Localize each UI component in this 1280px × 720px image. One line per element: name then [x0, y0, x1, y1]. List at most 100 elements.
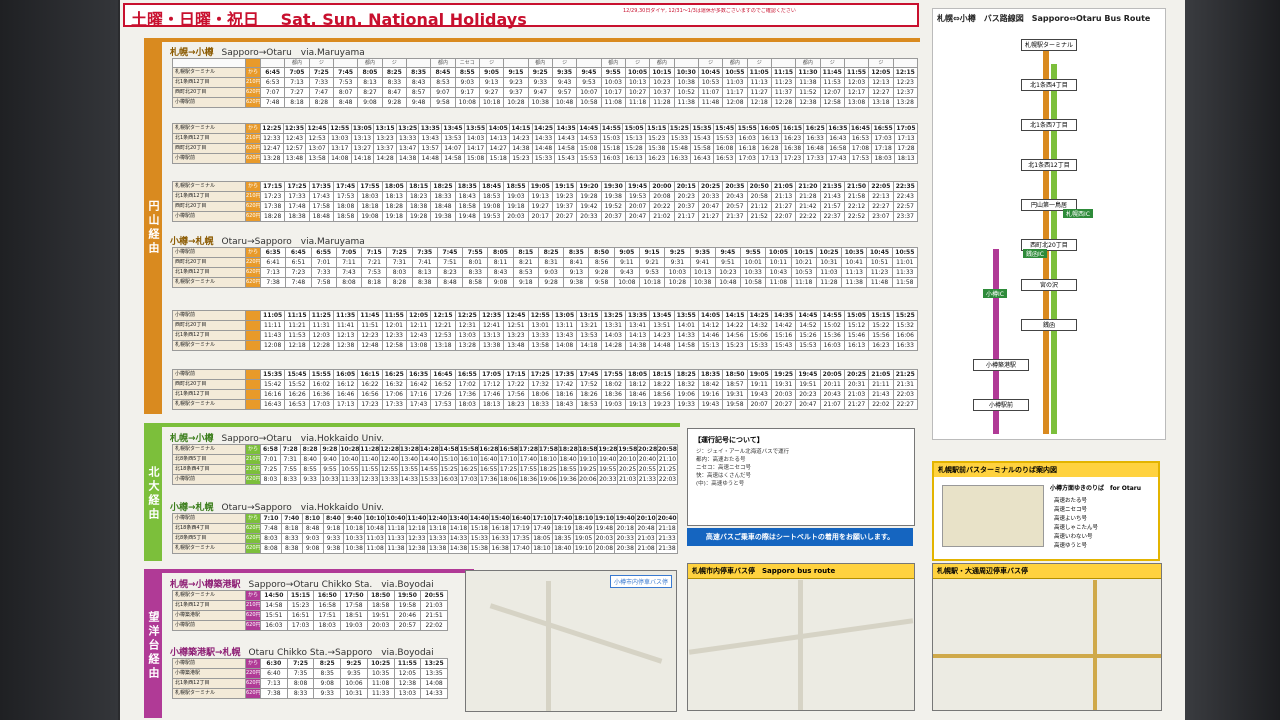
departure-time: 16:10: [458, 454, 480, 465]
departure-time: 10:48: [364, 523, 387, 534]
departure-time: 19:27: [527, 201, 553, 212]
departure-time: 8:08: [335, 277, 363, 288]
departure-time: 8:35: [313, 668, 342, 679]
station-name: 札幌駅ターミナル: [172, 444, 246, 455]
departure-time: 9:28: [319, 444, 341, 455]
departure-time: 14:18: [350, 153, 375, 164]
departure-time: 9:57: [551, 87, 578, 98]
departure-time: 18:05: [530, 533, 553, 544]
departure-time: 11:31: [308, 320, 334, 331]
departure-time: 6:58: [260, 444, 281, 455]
fare-cell: [245, 330, 261, 341]
departure-time: 20:07: [746, 399, 772, 410]
departure-time: 14:33: [531, 133, 556, 144]
departure-time: 16:58: [313, 600, 342, 611]
departure-time: 14:35: [770, 310, 797, 321]
departure-time: 21:58: [843, 191, 870, 202]
terminal-gate-label: 小樽方面ゆきのりば for Otaru: [1050, 485, 1142, 492]
route-header-r5: 札幌→小樽築港駅 Sapporo→Otaru Chikko Sta. via.Bo…: [170, 577, 434, 590]
departure-time: 12:08: [722, 97, 748, 108]
station-name: 札幌駅ターミナル: [172, 277, 246, 288]
departure-time: 17:35: [551, 369, 578, 380]
station-name: 北1条西12丁目: [172, 77, 246, 88]
departure-time: 10:07: [576, 87, 602, 98]
departure-time: 15:58: [458, 444, 480, 455]
departure-time: 20:25: [617, 464, 639, 475]
departure-time: 15:53: [576, 153, 601, 164]
departure-time: 11:48: [866, 277, 893, 288]
departure-time: 15:43: [554, 153, 578, 164]
departure-time: 9:45: [714, 247, 742, 258]
departure-time: 8:33: [462, 267, 489, 278]
departure-time: 13:25: [420, 658, 448, 669]
departure-time: 13:13: [478, 330, 505, 341]
station-header-cell: [172, 58, 246, 68]
departure-time: 8:55: [454, 67, 480, 78]
departure-time: 10:23: [714, 267, 742, 278]
departure-time: 19:43: [697, 399, 724, 410]
departure-time: 15:55: [308, 369, 334, 380]
departure-time: 16:55: [454, 369, 480, 380]
departure-time: 22:57: [892, 201, 919, 212]
departure-time: 11:28: [815, 277, 843, 288]
service-code-cell: 都内: [527, 58, 553, 68]
departure-time: 14:28: [373, 153, 397, 164]
otaru-map-title: 小樽市内停車バス停: [609, 575, 672, 588]
departure-time: 9:13: [478, 77, 505, 88]
departure-time: 14:48: [531, 143, 556, 154]
fare-cell: 620円: [245, 688, 261, 699]
service-code-cell: ジ: [746, 58, 772, 68]
station-name: 西町北20丁目: [172, 87, 246, 98]
service-code-cell: ジ: [478, 58, 505, 68]
departure-time: 10:33: [319, 474, 341, 485]
departure-time: 8:48: [301, 523, 324, 534]
departure-time: 15:38: [644, 143, 669, 154]
departure-time: 16:12: [332, 379, 359, 390]
departure-time: 12:18: [405, 523, 428, 534]
departure-time: 18:25: [537, 464, 559, 475]
departure-time: 13:35: [624, 310, 651, 321]
departure-time: 16:22: [357, 379, 383, 390]
departure-time: 21:03: [617, 474, 639, 485]
departure-time: 14:33: [673, 330, 699, 341]
departure-time: 20:38: [614, 543, 637, 554]
departure-time: 10:15: [790, 247, 817, 258]
departure-time: 20:03: [503, 211, 529, 222]
departure-time: 10:35: [366, 668, 395, 679]
departure-time: 7:25: [260, 464, 281, 475]
departure-time: 7:01: [310, 257, 337, 268]
departure-time: 11:51: [357, 320, 383, 331]
departure-time: 7:55: [462, 247, 489, 258]
timetable-row: 北1条西12丁目 210円 17:23 17:33 17:43 17:53 18:03 18:…: [172, 191, 919, 202]
departure-time: 18:28: [381, 201, 407, 212]
departure-time: 11:03: [815, 267, 843, 278]
departure-time: 14:18: [576, 340, 602, 351]
departure-time: 14:40: [468, 513, 491, 524]
departure-time: 18:26: [576, 389, 602, 400]
departure-time: 18:46: [624, 389, 651, 400]
departure-time: 8:28: [386, 277, 413, 288]
departure-time: 11:35: [332, 310, 359, 321]
departure-time: 15:38: [468, 543, 491, 554]
departure-time: 15:43: [690, 133, 714, 144]
departure-time: 12:07: [819, 87, 845, 98]
departure-time: 15:36: [819, 330, 845, 341]
departure-time: 19:31: [722, 389, 748, 400]
terminal-floor-plan: [942, 485, 1044, 547]
departure-time: 18:50: [722, 369, 748, 380]
timetable-row: 西町北20丁目 15:42 15:52 16:02 16:12 16:22 16:32 16:…: [172, 379, 919, 390]
departure-time: 20:15: [673, 181, 699, 192]
departure-time: 14:17: [463, 143, 488, 154]
departure-time: 14:13: [624, 330, 651, 341]
departure-time: 17:58: [537, 444, 559, 455]
departure-time: 15:25: [438, 464, 460, 475]
station-name: 北1条西12丁目: [172, 678, 246, 689]
departure-time: 16:58: [498, 444, 519, 455]
departure-time: 21:20: [795, 181, 821, 192]
departure-time: 16:56: [357, 389, 383, 400]
departure-time: 16:02: [308, 379, 334, 390]
departure-time: 16:58: [826, 143, 850, 154]
timetable-row: 西町北20丁目 11:11 11:21 11:31 11:41 11:51 12:01 12:…: [172, 320, 919, 331]
station-name: 北18条西4丁目: [172, 464, 246, 475]
departure-time: 13:28: [260, 153, 284, 164]
